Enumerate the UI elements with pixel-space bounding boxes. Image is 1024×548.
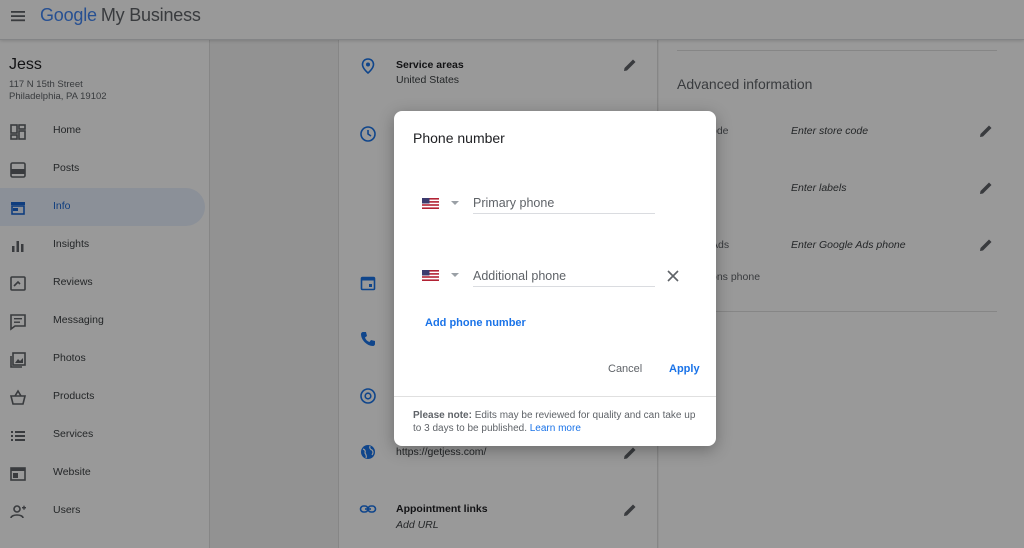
apply-button[interactable]: Apply xyxy=(669,363,700,375)
add-phone-number-link[interactable]: Add phone number xyxy=(425,317,526,329)
dialog-title: Phone number xyxy=(413,130,505,146)
chevron-down-icon[interactable] xyxy=(451,201,459,205)
us-flag-icon[interactable] xyxy=(422,270,439,281)
chevron-down-icon[interactable] xyxy=(451,273,459,277)
learn-more-link[interactable]: Learn more xyxy=(530,423,581,434)
close-icon[interactable] xyxy=(666,269,680,283)
note-bold-label: Please note: xyxy=(413,410,472,421)
cancel-button[interactable]: Cancel xyxy=(608,363,642,375)
review-note: Please note: Edits may be reviewed for q… xyxy=(413,409,703,435)
additional-phone-input[interactable] xyxy=(473,265,655,287)
phone-number-dialog: Phone number Add phone number Cancel App… xyxy=(394,111,716,446)
primary-phone-input[interactable] xyxy=(473,192,655,214)
us-flag-icon[interactable] xyxy=(422,198,439,209)
dialog-footer: Please note: Edits may be reviewed for q… xyxy=(394,396,716,446)
